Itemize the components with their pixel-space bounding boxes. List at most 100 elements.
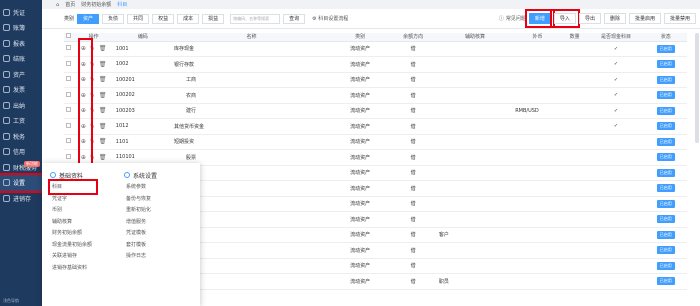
- sidebar-item-1[interactable]: 账簿: [0, 20, 42, 36]
- menu-item-col2-5[interactable]: 套打模板: [124, 239, 157, 251]
- sidebar-item-6[interactable]: 出纳: [0, 97, 42, 113]
- edit-icon[interactable]: ✎: [90, 107, 95, 114]
- delete-icon[interactable]: 🗑: [99, 123, 107, 130]
- menu-item-col1-4[interactable]: 财务初始余额: [50, 227, 96, 239]
- filter-liabilities-button[interactable]: 负债: [102, 13, 125, 24]
- nav-theme-toggle[interactable]: 浅色导航: [3, 298, 19, 304]
- status-badge[interactable]: 已启用: [656, 184, 675, 193]
- tab-home[interactable]: 首页: [65, 1, 75, 8]
- export-button[interactable]: 导出: [578, 13, 601, 24]
- status-badge[interactable]: 已启用: [656, 230, 675, 239]
- sidebar-item-4[interactable]: 资产: [0, 66, 42, 82]
- row-checkbox[interactable]: [64, 134, 74, 150]
- table-row[interactable]: ⊕ ✎ 🗑 100201 工商 流动资产借 ✓ 已启用: [64, 72, 687, 88]
- sidebar-item-8[interactable]: 税务: [0, 128, 42, 144]
- faq-link[interactable]: ⓘ 常见问题: [499, 15, 526, 22]
- status-badge[interactable]: 已启用: [656, 60, 675, 69]
- delete-icon[interactable]: 🗑: [99, 107, 107, 114]
- search-input[interactable]: 按编码、名称等搜索: [230, 13, 281, 24]
- row-checkbox[interactable]: [64, 56, 74, 73]
- table-row[interactable]: ⊕ ✎ 🗑 1012 其他货币资金 流动资产借 ✓ 已启用: [64, 118, 687, 135]
- edit-icon[interactable]: ✎: [90, 154, 95, 161]
- menu-item-col1-1[interactable]: 凭证字: [50, 193, 96, 205]
- menu-item-col2-4[interactable]: 凭证模板: [124, 227, 157, 239]
- tab-accounts[interactable]: 科目: [117, 1, 127, 8]
- menu-item-col1-0[interactable]: 科目: [48, 179, 98, 195]
- menu-item-col1-3[interactable]: 辅助核算: [50, 216, 96, 228]
- row-checkbox[interactable]: [64, 103, 74, 119]
- menu-item-col2-0[interactable]: 系统参数: [124, 181, 157, 193]
- status-badge[interactable]: 已启用: [656, 261, 675, 270]
- menu-item-col2-1[interactable]: 备份与恢复: [124, 193, 157, 205]
- tab-initial-balance[interactable]: 财务初始余额: [81, 1, 111, 8]
- menu-item-col1-6[interactable]: 关联进销存: [50, 250, 96, 262]
- row-checkbox[interactable]: [64, 87, 74, 104]
- table-row[interactable]: ⊕ ✎ 🗑 1101 短期投资 流动资产借 已启用: [64, 134, 687, 150]
- add-child-icon[interactable]: ⊕: [81, 45, 86, 52]
- delete-icon[interactable]: 🗑: [99, 76, 107, 83]
- row-checkbox[interactable]: [64, 118, 74, 135]
- menu-item-col1-5[interactable]: 现金流量初始余额: [50, 239, 96, 251]
- sidebar-item-11[interactable]: 设置: [0, 172, 44, 193]
- filter-cost-button[interactable]: 成本: [177, 13, 200, 24]
- status-badge[interactable]: 已启用: [656, 246, 675, 255]
- status-badge[interactable]: 已启用: [656, 215, 675, 224]
- edit-icon[interactable]: ✎: [90, 138, 95, 145]
- delete-icon[interactable]: 🗑: [99, 61, 107, 68]
- filter-common-button[interactable]: 共同: [127, 13, 150, 24]
- filter-pnl-button[interactable]: 损益: [202, 13, 225, 24]
- delete-icon[interactable]: 🗑: [99, 45, 107, 52]
- menu-item-col1-7[interactable]: 进销存基础资料: [50, 262, 96, 274]
- filter-assets-button[interactable]: 资产: [77, 13, 100, 24]
- table-row[interactable]: ⊕ ✎ 🗑 1002 银行存款 流动资产借 ✓ 已启用: [64, 56, 687, 73]
- sidebar-item-9[interactable]: 信用: [0, 144, 42, 160]
- sidebar-item-5[interactable]: 发票: [0, 82, 42, 98]
- delete-icon[interactable]: 🗑: [99, 138, 107, 145]
- status-badge[interactable]: 已启用: [656, 137, 675, 146]
- sidebar-item-3[interactable]: 结账: [0, 51, 42, 67]
- status-badge[interactable]: 已启用: [656, 44, 675, 53]
- table-row[interactable]: ⊕ ✎ 🗑 100202 农商 流动资产借 ✓ 已启用: [64, 87, 687, 104]
- menu-item-col2-2[interactable]: 重新初始化: [124, 204, 157, 216]
- sidebar-item-7[interactable]: 工资: [0, 113, 42, 129]
- menu-item-col2-6[interactable]: 操作日志: [124, 250, 157, 262]
- edit-icon[interactable]: ✎: [90, 92, 95, 99]
- sidebar-item-12[interactable]: 进销存: [0, 190, 42, 206]
- status-badge[interactable]: 已启用: [656, 199, 675, 208]
- status-badge[interactable]: 已启用: [656, 106, 675, 115]
- status-badge[interactable]: 已启用: [656, 277, 675, 286]
- menu-item-col1-2[interactable]: 币别: [50, 204, 96, 216]
- menu-item-col2-3[interactable]: 增值服务: [124, 216, 157, 228]
- status-badge[interactable]: 已启用: [656, 153, 675, 162]
- status-badge[interactable]: 已启用: [656, 91, 675, 100]
- import-button[interactable]: 导入: [549, 9, 580, 28]
- status-badge[interactable]: 已启用: [656, 168, 675, 177]
- add-child-icon[interactable]: ⊕: [81, 123, 86, 130]
- select-all-checkbox[interactable]: [64, 33, 74, 42]
- sidebar-item-0[interactable]: 凭证: [0, 4, 42, 20]
- add-child-icon[interactable]: ⊕: [81, 154, 86, 161]
- sidebar-item-2[interactable]: 报表: [0, 35, 42, 51]
- filter-equity-button[interactable]: 权益: [152, 13, 175, 24]
- status-badge[interactable]: 已启用: [656, 75, 675, 84]
- status-badge[interactable]: 已启用: [656, 122, 675, 131]
- delete-icon[interactable]: 🗑: [99, 92, 107, 99]
- vertical-scrollbar[interactable]: [695, 33, 699, 143]
- add-child-icon[interactable]: ⊕: [81, 107, 86, 114]
- row-checkbox[interactable]: [64, 41, 74, 57]
- edit-icon[interactable]: ✎: [90, 123, 95, 130]
- table-row[interactable]: ⊕ ✎ 🗑 100203 建行 流动资产借 RMB/USD ✓ 已启用: [64, 103, 687, 119]
- delete-icon[interactable]: 🗑: [99, 154, 107, 161]
- add-child-icon[interactable]: ⊕: [81, 76, 86, 83]
- batch-disable-button[interactable]: 批量禁用: [663, 13, 696, 24]
- add-child-icon[interactable]: ⊕: [81, 138, 86, 145]
- add-button[interactable]: 新增: [524, 9, 555, 28]
- edit-icon[interactable]: ✎: [90, 61, 95, 68]
- edit-icon[interactable]: ✎: [90, 45, 95, 52]
- delete-button[interactable]: 删除: [603, 13, 626, 24]
- row-checkbox[interactable]: [64, 72, 74, 88]
- home-icon[interactable]: ⌂: [56, 2, 59, 8]
- add-child-icon[interactable]: ⊕: [81, 92, 86, 99]
- account-setup-flow-link[interactable]: ⚙ 科目设置流程: [312, 15, 348, 22]
- edit-icon[interactable]: ✎: [90, 76, 95, 83]
